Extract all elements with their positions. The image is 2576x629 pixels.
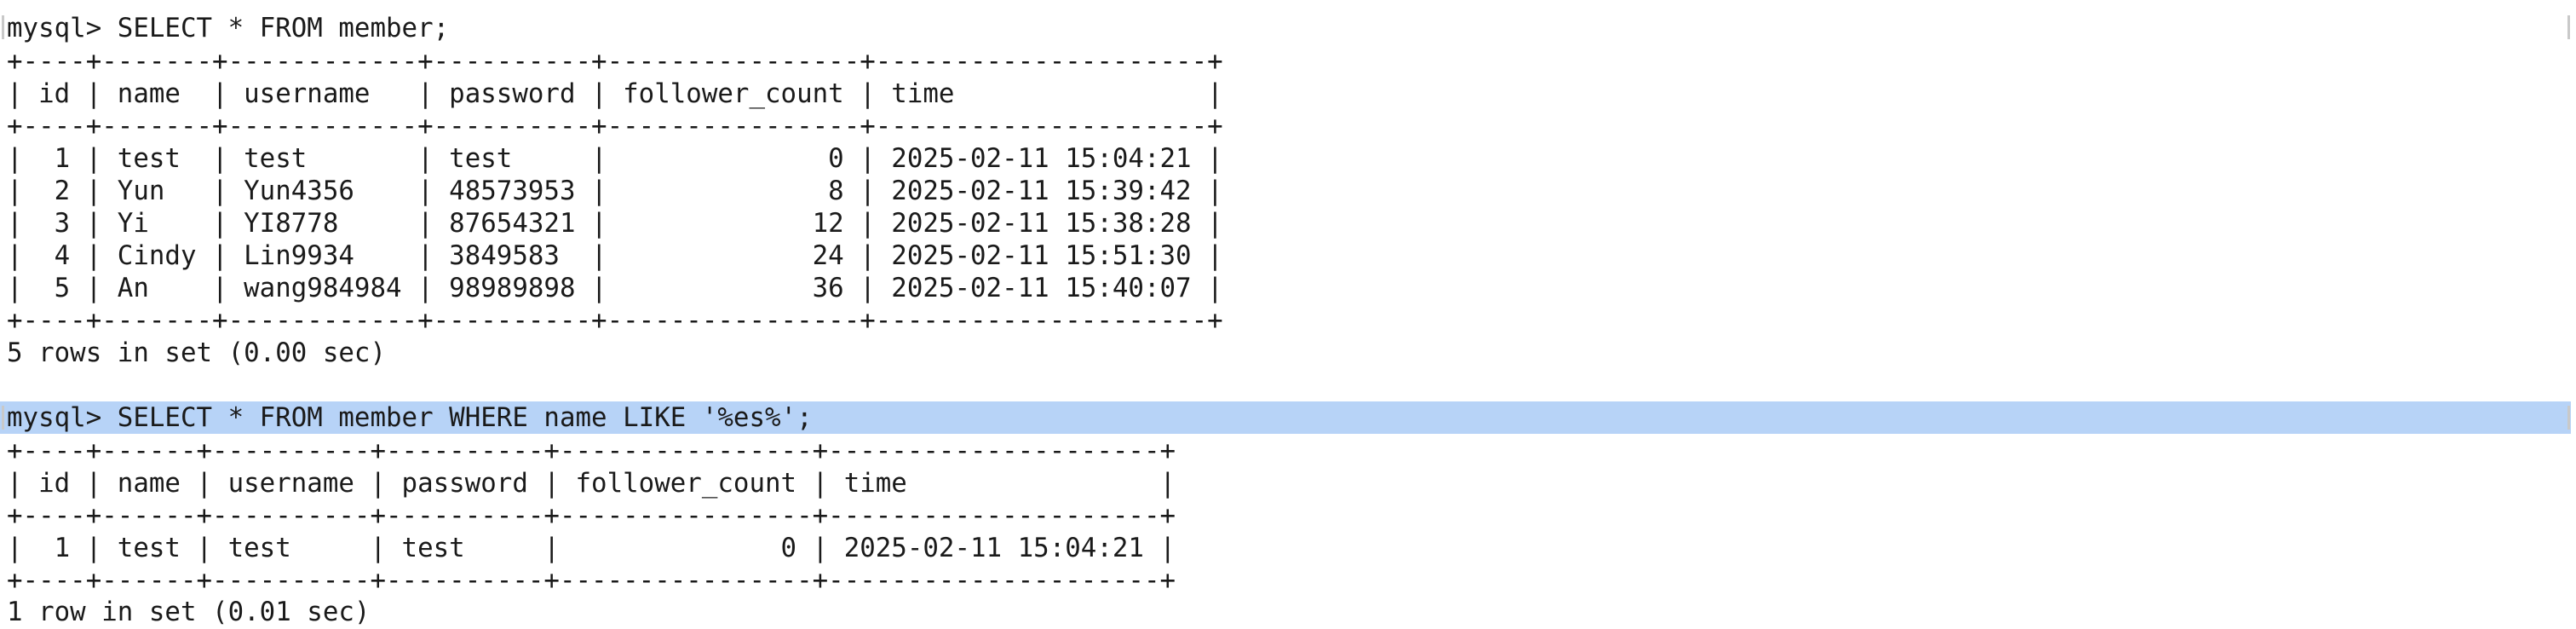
table1-header-row: | id | name | username | password | foll… [7,78,1223,109]
result-summary-1: 5 rows in set (0.00 sec) [7,338,386,368]
terminal-window[interactable]: mysql> SELECT * FROM member; +----+-----… [0,0,2576,629]
line-marker-left [2,406,4,430]
table-row: | 5 | An | wang984984 | 98989898 | 36 | … [7,273,1223,303]
table1-border-bottom: +----+-------+------------+----------+--… [7,305,1223,336]
table-row: | 2 | Yun | Yun4356 | 48573953 | 8 | 202… [7,176,1223,206]
table1-border-top: +----+-------+------------+----------+--… [7,46,1223,77]
table2-header-row: | id | name | username | password | foll… [7,468,1176,499]
table1-border-mid: +----+-------+------------+----------+--… [7,111,1223,141]
table-row: | 3 | Yi | YI8778 | 87654321 | 12 | 2025… [7,208,1223,239]
table-row: | 1 | test | test | test | 0 | 2025-02-1… [7,143,1223,174]
line-marker-right [2567,15,2570,39]
command-line-2[interactable]: mysql> SELECT * FROM member WHERE name L… [7,401,813,434]
table2-border-top: +----+------+----------+----------+-----… [7,436,1176,466]
result-summary-2: 1 row in set (0.01 sec) [7,597,371,627]
table2-border-mid: +----+------+----------+----------+-----… [7,500,1176,531]
table-row: | 1 | test | test | test | 0 | 2025-02-1… [7,533,1176,563]
command-line-1[interactable]: mysql> SELECT * FROM member; [7,12,449,44]
table2-border-bottom: +----+------+----------+----------+-----… [7,565,1176,596]
line-marker-left [2,15,4,39]
line-marker-right [2567,406,2570,430]
table-row: | 4 | Cindy | Lin9934 | 3849583 | 24 | 2… [7,240,1223,271]
